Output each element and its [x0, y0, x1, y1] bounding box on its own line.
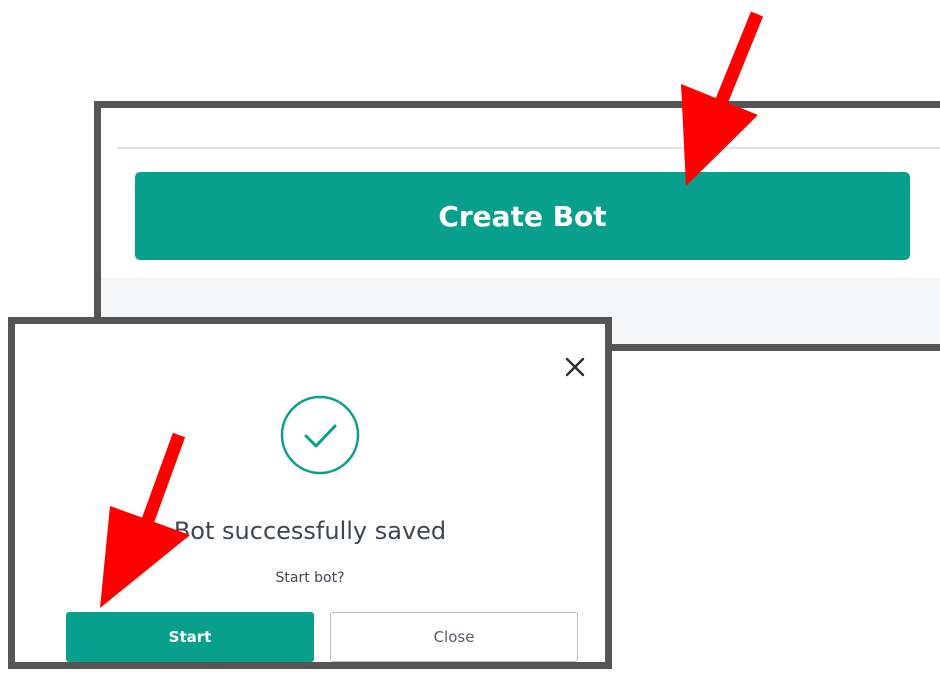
- dialog-prompt: Start bot?: [275, 570, 345, 586]
- screenshot-stage: Create Bot Bot successfully saved Start …: [0, 0, 940, 674]
- start-button[interactable]: Start: [66, 612, 314, 662]
- create-bot-button[interactable]: Create Bot: [135, 172, 910, 260]
- close-button[interactable]: Close: [330, 612, 578, 662]
- panel-divider: [117, 147, 940, 149]
- bot-saved-dialog: Bot successfully saved Start bot? Start …: [8, 317, 612, 669]
- close-icon[interactable]: [559, 351, 591, 383]
- create-bot-panel: Create Bot: [94, 101, 940, 351]
- checkmark-circle-icon: [280, 395, 360, 475]
- dialog-title: Bot successfully saved: [173, 517, 447, 545]
